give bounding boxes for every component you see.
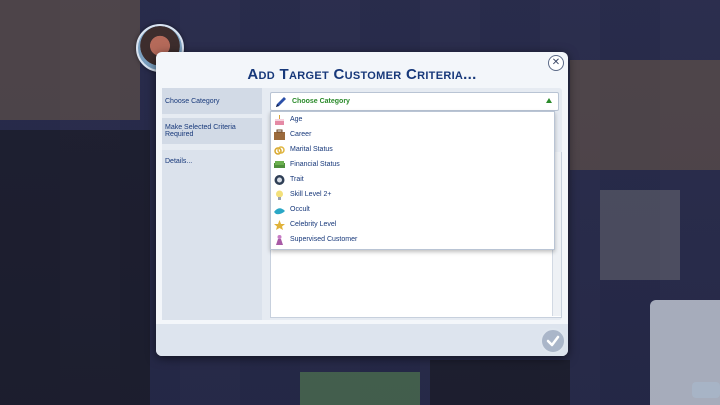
dropdown-item-label: Financial Status (290, 161, 340, 168)
money-icon (274, 160, 285, 168)
category-select-value: Choose Category (292, 98, 350, 105)
choose-category-label: Choose Category (162, 88, 262, 114)
dropdown-item-label: Skill Level 2+ (290, 191, 332, 198)
lightbulb-icon (276, 190, 283, 200)
trait-icon (274, 174, 285, 185)
dialog-footer (156, 324, 568, 356)
briefcase-icon (274, 129, 285, 140)
cake-icon (275, 114, 284, 125)
dropdown-item-career[interactable]: Career (271, 127, 554, 142)
dropdown-item-trait[interactable]: Trait (271, 172, 554, 187)
dropdown-item-label: Supervised Customer (290, 236, 358, 243)
category-dropdown: Age Career Marital Status Financial Stat… (270, 111, 555, 250)
dropdown-item-label: Age (290, 116, 303, 123)
chevron-up-icon[interactable] (546, 98, 552, 103)
dropdown-item-label: Occult (290, 206, 310, 213)
dropdown-item-age[interactable]: Age (271, 112, 554, 127)
details-label: Details... (162, 150, 262, 320)
criteria-required-label: Make Selected Criteria Required (162, 118, 262, 144)
dropdown-item-label: Trait (290, 176, 304, 183)
dropdown-item-label: Celebrity Level (290, 221, 337, 228)
confirm-button[interactable] (540, 328, 566, 354)
dropdown-item-skill-level[interactable]: Skill Level 2+ (271, 187, 554, 202)
dropdown-item-occult[interactable]: Occult (271, 202, 554, 217)
checkmark-icon (546, 335, 560, 347)
category-select[interactable]: Choose Category (270, 92, 559, 111)
background-floor (0, 0, 140, 120)
child-icon (276, 234, 283, 245)
pencil-icon (276, 96, 286, 107)
dialog-content: Choose Category Make Selected Criteria R… (162, 88, 562, 320)
close-icon[interactable]: ✕ (548, 55, 564, 71)
dialog-title: Add Target Customer Criteria... (247, 66, 477, 83)
dropdown-item-label: Career (290, 131, 312, 138)
criteria-dialog: Add Target Customer Criteria... ✕ Choose… (156, 52, 568, 356)
background-carpet (300, 372, 420, 405)
rings-icon (274, 145, 285, 155)
background-wall (0, 130, 150, 405)
occult-icon (274, 207, 285, 214)
background-wall (430, 360, 570, 405)
side-panel-button[interactable] (692, 382, 720, 398)
background-floor (570, 60, 720, 170)
dropdown-item-celebrity-level[interactable]: Celebrity Level (271, 217, 554, 232)
dropdown-item-marital-status[interactable]: Marital Status (271, 142, 554, 157)
star-icon (274, 219, 285, 230)
dropdown-item-supervised-customer[interactable]: Supervised Customer (271, 232, 554, 247)
dropdown-item-financial-status[interactable]: Financial Status (271, 157, 554, 172)
background-furniture (600, 190, 680, 280)
dropdown-item-label: Marital Status (290, 146, 333, 153)
